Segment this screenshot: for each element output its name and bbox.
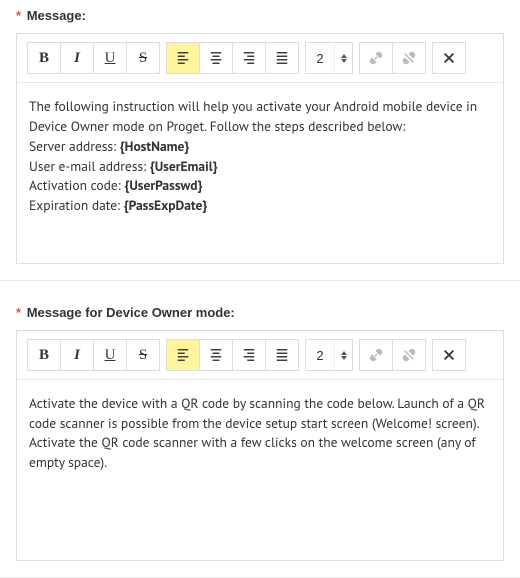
- content-line-value: {PassExpDate}: [124, 196, 208, 214]
- align-left-button[interactable]: [166, 42, 200, 74]
- underline-button[interactable]: U: [93, 339, 127, 371]
- content-line-label: Server address:: [29, 137, 120, 155]
- strikethrough-button[interactable]: S: [126, 42, 160, 74]
- content-line-value: {UserPasswd}: [124, 176, 202, 194]
- align-center-button[interactable]: [199, 339, 233, 371]
- content-line-value: {UserEmail}: [150, 157, 218, 175]
- field-label-text: Message:: [27, 8, 86, 23]
- align-right-button[interactable]: [232, 339, 266, 371]
- bold-button[interactable]: B: [27, 339, 61, 371]
- align-justify-button[interactable]: [265, 42, 299, 74]
- field-label: * Message:: [16, 8, 504, 23]
- content-intro: Activate the device with a QR code by sc…: [29, 394, 491, 472]
- font-size-value: 2: [306, 51, 334, 66]
- align-justify-button[interactable]: [265, 339, 299, 371]
- content-intro: The following instruction will help you …: [29, 97, 491, 136]
- content-line-label: User e-mail address:: [29, 157, 150, 175]
- text-style-group: B I U S: [27, 339, 160, 371]
- link-button[interactable]: [359, 42, 393, 74]
- field-block: * Message for Device Owner mode: B I U S…: [0, 297, 520, 578]
- content-line-label: Activation code:: [29, 176, 124, 194]
- editor-toolbar: B I U S 2: [17, 331, 503, 380]
- link-group: [359, 42, 426, 74]
- field-label-text: Message for Device Owner mode:: [27, 305, 235, 320]
- required-asterisk: *: [16, 8, 21, 23]
- font-size-stepper[interactable]: [334, 43, 352, 73]
- font-size-value: 2: [306, 348, 334, 363]
- font-size-stepper[interactable]: [334, 340, 352, 370]
- content-line-value: {HostName}: [120, 137, 190, 155]
- field-block: * Message: B I U S 2: [0, 0, 520, 281]
- clear-format-button[interactable]: [432, 339, 466, 371]
- underline-button[interactable]: U: [93, 42, 127, 74]
- align-group: [166, 42, 299, 74]
- editor-toolbar: B I U S 2: [17, 34, 503, 83]
- caret-up-icon: [341, 351, 347, 355]
- content-line: Activation code: {UserPasswd}: [29, 176, 491, 196]
- link-button[interactable]: [359, 339, 393, 371]
- clear-format-button[interactable]: [432, 42, 466, 74]
- unlink-button[interactable]: [392, 42, 426, 74]
- editor-content[interactable]: Activate the device with a QR code by sc…: [17, 380, 503, 560]
- field-label: * Message for Device Owner mode:: [16, 305, 504, 320]
- rich-text-editor: B I U S 2 Activate the device wit: [16, 330, 504, 561]
- link-group: [359, 339, 426, 371]
- caret-down-icon: [341, 59, 347, 63]
- content-line: Server address: {HostName}: [29, 137, 491, 157]
- align-left-button[interactable]: [166, 339, 200, 371]
- content-line: Expiration date: {PassExpDate}: [29, 196, 491, 216]
- content-line-label: Expiration date:: [29, 196, 124, 214]
- align-right-button[interactable]: [232, 42, 266, 74]
- clear-group: [432, 42, 466, 74]
- required-asterisk: *: [16, 305, 21, 320]
- italic-button[interactable]: I: [60, 42, 94, 74]
- align-group: [166, 339, 299, 371]
- font-size-select[interactable]: 2: [305, 339, 353, 371]
- font-size-select[interactable]: 2: [305, 42, 353, 74]
- content-line: User e-mail address: {UserEmail}: [29, 157, 491, 177]
- editor-content[interactable]: The following instruction will help you …: [17, 83, 503, 263]
- unlink-button[interactable]: [392, 339, 426, 371]
- strikethrough-button[interactable]: S: [126, 339, 160, 371]
- italic-button[interactable]: I: [60, 339, 94, 371]
- text-style-group: B I U S: [27, 42, 160, 74]
- clear-group: [432, 339, 466, 371]
- caret-up-icon: [341, 54, 347, 58]
- rich-text-editor: B I U S 2 The following instructi: [16, 33, 504, 264]
- bold-button[interactable]: B: [27, 42, 61, 74]
- caret-down-icon: [341, 356, 347, 360]
- align-center-button[interactable]: [199, 42, 233, 74]
